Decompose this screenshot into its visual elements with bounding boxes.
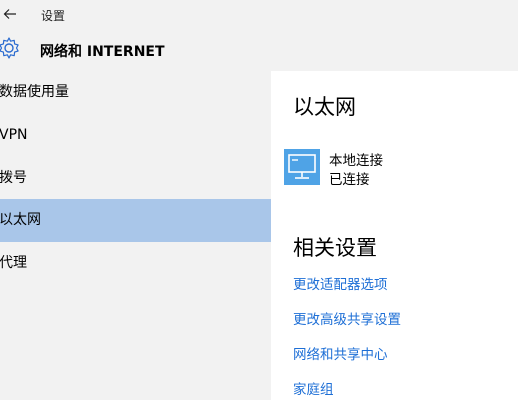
connection-status: 已连接 [329,172,370,188]
sidebar-item-label: 以太网 [0,212,41,228]
sidebar-item-proxy[interactable]: 代理 [0,242,271,285]
sidebar: 数据使用量 VPN 拨号 以太网 代理 [0,71,271,400]
page-header: 网络和 INTERNET [0,30,518,71]
page-title: 网络和 INTERNET [40,44,165,60]
section-title-ethernet: 以太网 [293,95,356,119]
connection-name[interactable]: 本地连接 [329,149,383,169]
change-advanced-sharing-link[interactable]: 更改高级共享设置 [293,308,401,328]
section-title-related-settings: 相关设置 [293,236,377,260]
sidebar-item-data-usage[interactable]: 数据使用量 [0,71,271,114]
homegroup-link[interactable]: 家庭组 [293,378,334,398]
sidebar-item-dial-up[interactable]: 拨号 [0,157,271,200]
sidebar-item-vpn[interactable]: VPN [0,114,271,157]
sidebar-item-ethernet[interactable]: 以太网 [0,199,271,242]
network-sharing-center-link[interactable]: 网络和共享中心 [293,343,388,363]
gear-icon [0,37,19,59]
sidebar-item-label: VPN [0,127,28,143]
main-panel: 以太网 本地连接 已连接 相关设置 更改适配器选项 更改高级共享设置 网络和共享… [271,71,518,400]
sidebar-item-label: 拨号 [0,170,27,186]
arrow-left-icon[interactable] [2,6,18,22]
sidebar-item-label: 数据使用量 [0,84,69,100]
window-title: 设置 [41,9,66,23]
change-adapter-options-link[interactable]: 更改适配器选项 [293,273,388,293]
monitor-network-icon[interactable] [284,149,320,185]
title-bar: 设置 [0,0,518,30]
sidebar-item-label: 代理 [0,255,27,271]
